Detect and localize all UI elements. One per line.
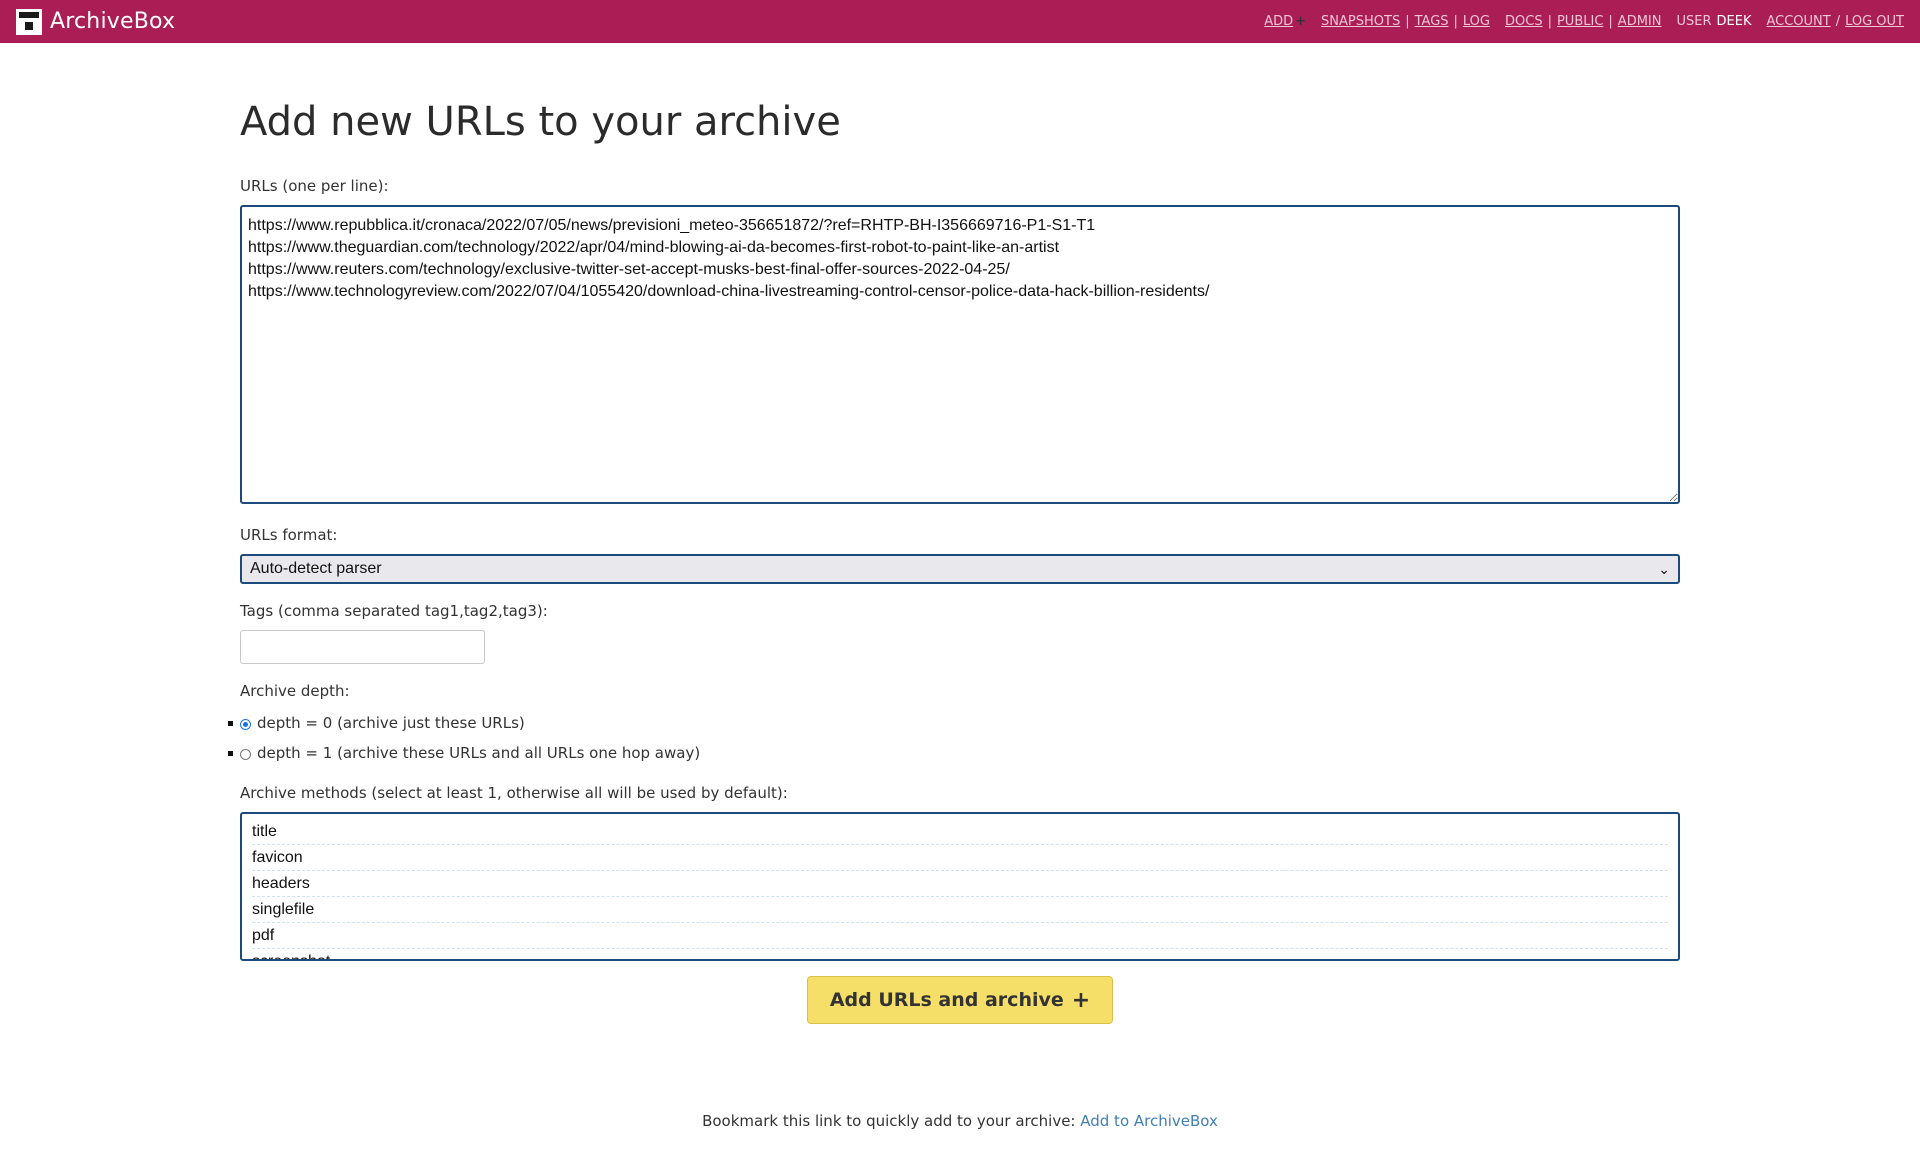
method-option[interactable]: favicon [252,846,1668,871]
urls-label: URLs (one per line): [240,177,389,195]
user-name: DEEK [1716,14,1752,29]
bookmarklet-link[interactable]: Add to ArchiveBox [1080,1112,1218,1130]
page-title: Add new URLs to your archive [240,99,841,145]
radio-unselected-icon[interactable] [240,748,251,760]
tags-input[interactable] [240,630,485,664]
method-option[interactable]: headers [252,872,1668,897]
nav-account[interactable]: ACCOUNT [1766,14,1830,29]
archive-methods-label: Archive methods (select at least 1, othe… [240,784,788,802]
method-option[interactable]: title [252,820,1668,845]
nav-snapshots[interactable]: SNAPSHOTS [1321,14,1400,29]
archive-methods-listbox[interactable]: title favicon headers singlefile pdf scr… [240,812,1680,961]
nav-log[interactable]: LOG [1463,14,1490,29]
tags-label: Tags (comma separated tag1,tag2,tag3): [240,602,548,620]
depth-option-0-label: depth = 0 (archive just these URLs) [257,714,525,732]
method-option[interactable]: singlefile [252,898,1668,923]
nav-separator: | [1608,14,1613,29]
nav-separator: | [1405,14,1410,29]
depth-option-1[interactable]: depth = 1 (archive these URLs and all UR… [228,744,1680,762]
list-bullet [228,720,233,726]
urls-format-select[interactable]: Auto-detect parser ⌄ [240,554,1680,584]
method-option[interactable]: screenshot [252,950,1668,959]
urls-format-label: URLs format: [240,526,338,544]
method-option[interactable]: pdf [252,924,1668,949]
footer-text: Bookmark this link to quickly add to you… [702,1112,1081,1130]
brand-name: ArchiveBox [50,9,176,34]
plus-icon: + [1295,14,1307,29]
nav-docs[interactable]: DOCS [1505,14,1543,29]
nav-separator: | [1453,14,1458,29]
nav-public[interactable]: PUBLIC [1557,14,1603,29]
user-label: USER [1676,14,1712,29]
plus-icon: + [1071,987,1091,1013]
top-navbar: ArchiveBox ADD + SNAPSHOTS | TAGS | LOG … [0,0,1920,43]
depth-option-0[interactable]: depth = 0 (archive just these URLs) [228,714,1680,732]
urls-textarea[interactable]: https://www.repubblica.it/cronaca/2022/0… [240,205,1680,504]
nav-add[interactable]: ADD [1264,14,1293,29]
chevron-down-icon: ⌄ [1658,560,1670,577]
archive-depth-options: depth = 0 (archive just these URLs) dept… [228,714,1680,762]
nav-separator: / [1835,14,1841,29]
list-bullet [228,750,233,756]
archive-depth-label: Archive depth: [240,682,350,700]
archivebox-logo-icon [16,8,42,35]
submit-label: Add URLs and archive [829,989,1064,1011]
urls-format-value: Auto-detect parser [250,560,382,577]
add-urls-submit-button[interactable]: Add URLs and archive + [806,976,1114,1024]
radio-selected-icon[interactable] [240,718,251,730]
nav-links: ADD + SNAPSHOTS | TAGS | LOG DOCS | PUBL… [1264,14,1904,29]
brand-link[interactable]: ArchiveBox [16,8,176,35]
add-urls-form: Add new URLs to your archive URLs (one p… [228,43,1680,1024]
depth-option-1-label: depth = 1 (archive these URLs and all UR… [257,744,701,762]
bookmarklet-footer: Bookmark this link to quickly add to you… [0,1112,1920,1130]
nav-tags[interactable]: TAGS [1415,14,1449,29]
nav-separator: | [1547,14,1552,29]
nav-admin[interactable]: ADMIN [1618,14,1662,29]
nav-logout[interactable]: LOG OUT [1845,14,1904,29]
